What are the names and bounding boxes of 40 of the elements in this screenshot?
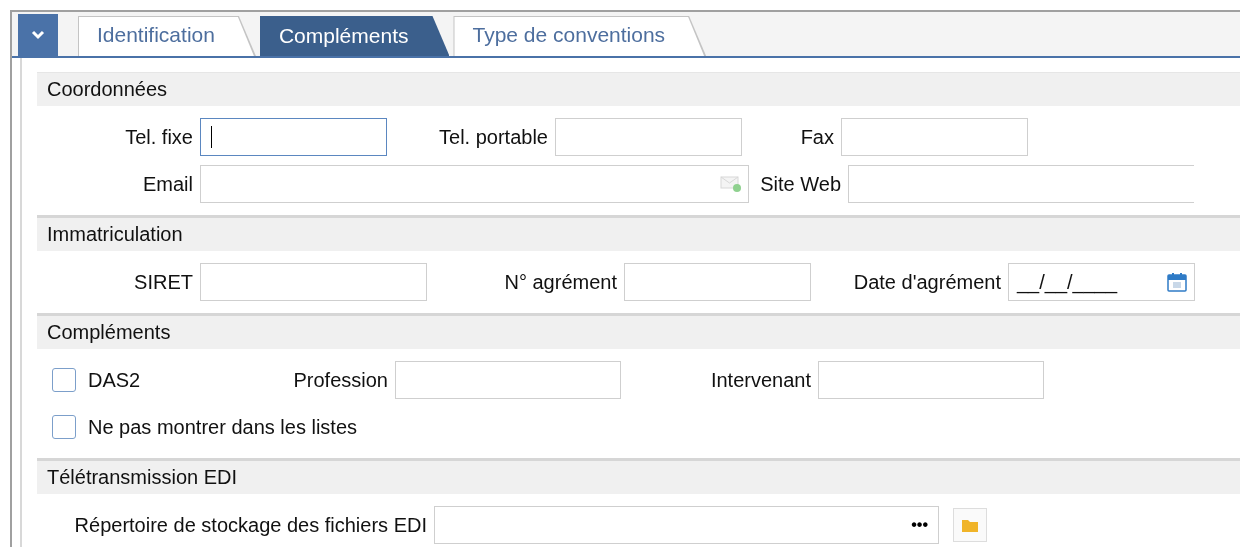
checkbox[interactable] — [52, 415, 76, 439]
checkbox-label: DAS2 — [88, 368, 141, 392]
field-label: Intervenant — [710, 368, 811, 392]
input-field[interactable] — [848, 165, 1194, 203]
field-label: Répertoire de stockage des fichiers EDI — [74, 513, 427, 537]
checkbox[interactable] — [52, 368, 76, 392]
tab[interactable]: Identification — [78, 16, 256, 56]
field-label: SIRET — [134, 270, 193, 294]
field-label: N° agrément — [504, 270, 617, 294]
input-field[interactable]: __/__/____ — [1008, 263, 1195, 301]
section-header: Coordonnées — [37, 73, 1240, 106]
chevron-down-icon — [31, 30, 45, 40]
input-field[interactable] — [200, 165, 749, 203]
tab[interactable]: Compléments — [259, 16, 450, 56]
tab[interactable]: Type de conventions — [453, 16, 707, 56]
calendar-icon[interactable] — [1166, 271, 1188, 293]
input-field[interactable] — [818, 361, 1044, 399]
section-header: Immatriculation — [37, 218, 1240, 251]
field-label: Profession — [293, 368, 388, 392]
input-field[interactable] — [395, 361, 621, 399]
input-field[interactable] — [555, 118, 742, 156]
section-header: Compléments — [37, 316, 1240, 349]
checkbox-label: Ne pas montrer dans les listes — [88, 415, 357, 439]
field-label: Tel. fixe — [125, 125, 193, 149]
field-label: Date d'agrément — [853, 270, 1001, 294]
folder-button[interactable] — [953, 508, 987, 542]
field-label: Fax — [800, 125, 834, 149]
collapse-button[interactable] — [18, 14, 58, 56]
field-label: Email — [143, 172, 193, 196]
field-label: Tel. portable — [439, 125, 548, 149]
browse-button[interactable]: ••• — [907, 516, 932, 534]
section-header: Télétransmission EDI — [37, 461, 1240, 494]
input-field[interactable] — [624, 263, 811, 301]
input-field[interactable] — [200, 263, 427, 301]
folder-icon — [962, 518, 978, 532]
input-field[interactable]: ••• — [434, 506, 939, 544]
input-field[interactable] — [200, 118, 387, 156]
field-label: Site Web — [760, 172, 841, 196]
envelope-icon — [720, 175, 742, 193]
input-field[interactable] — [841, 118, 1028, 156]
